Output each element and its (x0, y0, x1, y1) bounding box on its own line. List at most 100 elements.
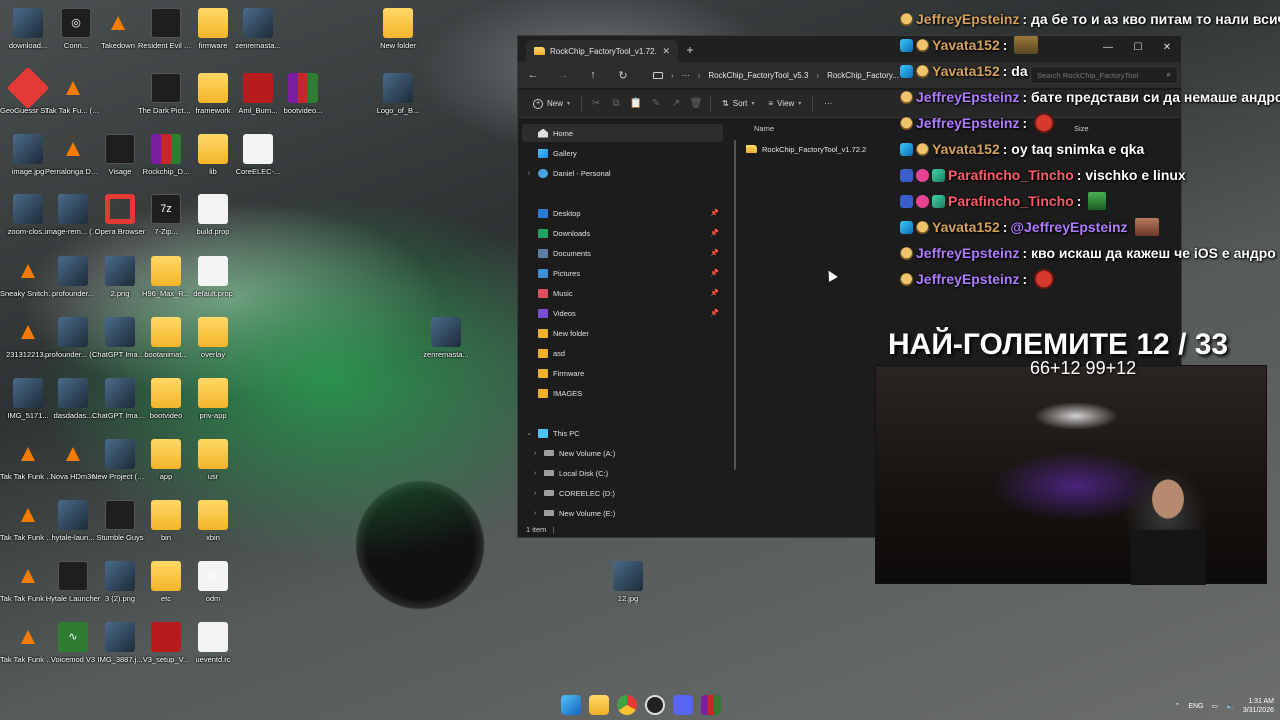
desktop-icon[interactable]: ueventd.rc (185, 622, 241, 682)
image-icon (58, 194, 88, 224)
desktop-icon[interactable]: usr (185, 439, 241, 499)
breadcrumb-overflow[interactable]: ··· (682, 71, 690, 80)
desktop-icon[interactable]: zenremasta... (230, 8, 286, 68)
desktop-icon[interactable]: default.prop (185, 256, 241, 316)
desktop-icon[interactable]: ▲ Tak Tak Fu... (Slowed ...) (45, 73, 101, 133)
pin-icon[interactable]: 📌 (710, 289, 719, 297)
nav-item-quick-access[interactable]: New folder (518, 324, 723, 342)
chrome-taskbar-icon[interactable] (617, 695, 637, 715)
desktop-icon[interactable]: bootvideo... (275, 73, 331, 133)
nav-item-quick-access[interactable]: Desktop 📌 (518, 204, 723, 222)
nav-item-home[interactable]: Home (522, 124, 723, 142)
nav-item-this-pc[interactable]: ⌄ This PC (518, 424, 723, 442)
pane-scrollbar[interactable] (733, 120, 736, 500)
search-input[interactable] (1037, 70, 1167, 80)
minimize-button[interactable]: — (1093, 36, 1123, 58)
chat-message: JeffreyEpsteinz : (900, 268, 1055, 290)
desktop-icon[interactable]: New folder (370, 8, 426, 68)
nav-item-drive[interactable]: › Local Disk (C:) (518, 464, 723, 482)
chevron-right-icon[interactable]: › (530, 450, 540, 457)
copy-icon[interactable]: ⧉ (606, 93, 626, 115)
desktop-icon[interactable]: Logo_of_B... (370, 73, 426, 133)
nav-item-quick-access[interactable]: asd (518, 344, 723, 362)
discord-taskbar-icon[interactable] (673, 695, 693, 715)
refresh-button[interactable]: ↻ (608, 62, 638, 88)
chevron-up-icon[interactable]: ⌃ (1174, 702, 1180, 710)
obs-taskbar-icon[interactable] (645, 695, 665, 715)
folder-icon (198, 317, 228, 347)
column-header-size[interactable]: Size (1074, 124, 1089, 133)
drive-icon (544, 450, 554, 456)
chevron-right-icon[interactable]: › (530, 510, 540, 517)
desktop-icon[interactable]: build.prop (185, 194, 241, 254)
sort-button[interactable]: ⇅ Sort ▾ (715, 93, 761, 115)
desktop-icon-label: ueventd.rc (195, 655, 231, 664)
clock[interactable]: 1:31 AM 3/31/2026 (1243, 697, 1274, 715)
search-box[interactable]: ⌕ (1030, 66, 1178, 84)
desktop-icon[interactable]: CoreELEC-... (230, 134, 286, 194)
pin-icon[interactable]: 📌 (710, 209, 719, 217)
nav-item-quick-access[interactable]: Firmware (518, 364, 723, 382)
rename-icon[interactable]: ✎ (646, 93, 666, 115)
share-icon[interactable]: ↗ (666, 93, 686, 115)
breadcrumb-item[interactable]: RockChip_FactoryTool_v5.3 (708, 71, 808, 80)
desktop-icon[interactable]: 12.jpg (600, 561, 656, 621)
library-folder-icon (538, 288, 548, 298)
back-button[interactable]: ← (518, 62, 548, 88)
nav-item-quick-access[interactable]: Videos 📌 (518, 304, 723, 322)
pin-icon[interactable]: 📌 (710, 249, 719, 257)
file-explorer-taskbar-icon[interactable] (589, 695, 609, 715)
up-button[interactable]: ↑ (578, 62, 608, 88)
list-item[interactable]: RockChip_FactoryTool_v1.72.2 (746, 142, 866, 156)
pin-icon[interactable]: 📌 (710, 309, 719, 317)
view-button-label: View (777, 99, 795, 108)
winrar-icon (288, 73, 318, 103)
desktop-icon[interactable]: zenremasta... (418, 317, 474, 377)
desktop-icon[interactable]: priv-app (185, 378, 241, 438)
new-button[interactable]: + New ▾ (526, 93, 577, 115)
network-icon[interactable]: ▭ (1212, 702, 1219, 710)
cut-icon[interactable]: ✂ (586, 93, 606, 115)
nav-item-quick-access[interactable]: IMAGES (518, 384, 723, 402)
chevron-right-icon[interactable]: › (530, 490, 540, 497)
column-header-name[interactable]: Name (754, 124, 774, 133)
nav-item-quick-access[interactable]: Music 📌 (518, 284, 723, 302)
chevron-right-icon: › (527, 169, 531, 177)
nav-item-label: Daniel - Personal (553, 168, 611, 178)
desktop-icon[interactable]: overlay (185, 317, 241, 377)
close-button[interactable]: ✕ (1152, 36, 1182, 58)
language-indicator[interactable]: ENG (1188, 703, 1203, 710)
tab-current-folder[interactable]: RockChip_FactoryTool_v1.72.2 ✕ (526, 40, 678, 62)
pin-icon[interactable]: 📌 (710, 229, 719, 237)
delete-icon[interactable]: 🗑 (686, 93, 706, 115)
nav-item-drive[interactable]: › New Volume (E:) (518, 504, 723, 522)
nav-item-gallery[interactable]: Gallery (518, 144, 723, 162)
paste-icon[interactable]: 📋 (626, 93, 646, 115)
winrar-taskbar-icon[interactable] (701, 695, 721, 715)
chat-text: : кво искаш да кажеш че iOS е андро (1022, 245, 1276, 261)
nav-item-onedrive[interactable]: › Daniel - Personal (518, 164, 723, 182)
pin-icon[interactable]: 📌 (710, 269, 719, 277)
view-button[interactable]: ≡ View ▾ (761, 93, 808, 115)
desktop-icon[interactable]: xbin (185, 500, 241, 560)
new-tab-button[interactable]: + (682, 42, 698, 58)
chat-username: Yavata152 (932, 37, 1000, 53)
nav-item-quick-access[interactable]: Downloads 📌 (518, 224, 723, 242)
folder-icon (383, 8, 413, 38)
nav-item-quick-access[interactable]: Documents 📌 (518, 244, 723, 262)
scrollbar-thumb[interactable] (734, 140, 736, 470)
tab-close-icon[interactable]: ✕ (662, 46, 670, 57)
folder-icon (151, 500, 181, 530)
forward-button[interactable]: → (548, 62, 578, 88)
maximize-button[interactable]: ☐ (1123, 36, 1153, 58)
start-button[interactable] (561, 695, 581, 715)
nav-item-quick-access[interactable]: Pictures 📌 (518, 264, 723, 282)
nav-item-drive[interactable]: › New Volume (A:) (518, 444, 723, 462)
desktop-icon[interactable]: ⚙ odm (185, 561, 241, 621)
chevron-right-icon[interactable]: › (530, 470, 540, 477)
volume-icon[interactable]: 🔈 (1226, 702, 1235, 710)
nav-item-drive[interactable]: › COREELEC (D:) (518, 484, 723, 502)
breadcrumb-item[interactable]: RockChip_Factory... (827, 71, 899, 80)
more-options-button[interactable]: ··· (817, 93, 839, 115)
chat-username: Parafincho_Tincho (948, 193, 1074, 209)
